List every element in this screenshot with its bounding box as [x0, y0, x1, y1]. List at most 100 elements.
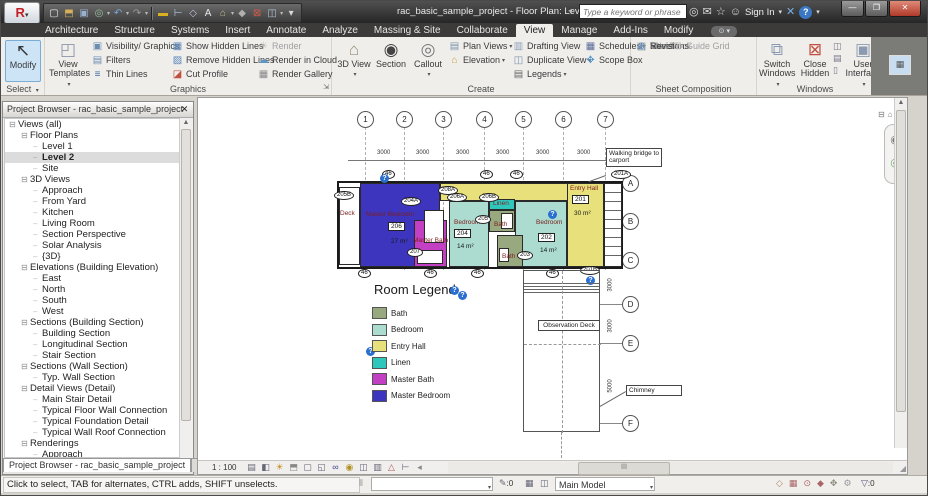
scale-button[interactable]: 1 : 100: [212, 463, 236, 472]
tab-insert[interactable]: Insert: [217, 24, 258, 37]
grid-bubble-1[interactable]: 1: [357, 111, 374, 128]
legend-item-bedroom[interactable]: Bedroom: [372, 323, 423, 336]
select-by-face-icon[interactable]: ◆: [817, 478, 824, 489]
tree-item-site[interactable]: – Site: [5, 163, 179, 174]
horizontal-scrollbar[interactable]: ⦀⦀: [448, 462, 893, 475]
vertical-scrollbar[interactable]: ▲: [894, 98, 907, 448]
tree-item-level-1[interactable]: – Level 1: [5, 141, 179, 152]
legends-button[interactable]: ▤ Legends ▾: [512, 67, 591, 81]
communication-center-icon[interactable]: ✉: [703, 2, 712, 22]
scrollbar-thumb[interactable]: ⦀⦀: [578, 462, 670, 475]
close-hidden-button[interactable]: ⊠ Close Hidden: [797, 40, 833, 79]
sign-in-person-icon[interactable]: ☺: [730, 2, 741, 22]
grid-bubble-E[interactable]: E: [622, 335, 639, 352]
tree-item-sections-building-section-[interactable]: ⊟ Sections (Building Section): [5, 317, 179, 328]
door-tag[interactable]: 207: [407, 248, 424, 257]
switch-windows-button[interactable]: ⧉ Switch Windows ▾: [759, 40, 796, 88]
door-tag[interactable]: 201A: [611, 170, 632, 179]
graphics-panel-label[interactable]: Graphics ⇲: [45, 83, 331, 95]
grid-bubble-6[interactable]: 6: [555, 111, 572, 128]
switch-windows-icon[interactable]: ◫: [265, 6, 279, 21]
active-workset-select[interactable]: ▾: [371, 477, 493, 491]
minimize-button[interactable]: —: [841, 1, 864, 17]
temporary-hide-isolate-icon[interactable]: ∞: [328, 462, 342, 473]
grid-line-F[interactable]: [600, 423, 622, 424]
tab-view[interactable]: View: [515, 24, 554, 37]
grid-bubble-B[interactable]: B: [622, 213, 639, 230]
tree-expander-icon[interactable]: ⊟: [21, 317, 30, 328]
background-process-icon[interactable]: ⚙: [843, 478, 851, 489]
door-tag[interactable]: 205: [475, 215, 492, 224]
measure-icon[interactable]: ▬: [156, 6, 170, 21]
tree-item-building-section[interactable]: – Building Section: [5, 328, 179, 339]
room-name-label[interactable]: Bath: [494, 221, 507, 228]
tree-item-typical-foundation-detail[interactable]: – Typical Foundation Detail: [5, 416, 179, 427]
filters-button[interactable]: ▤ Filters: [91, 53, 179, 67]
tree-expander-icon[interactable]: ⊟: [21, 361, 30, 372]
render-gallery-button[interactable]: ▦ Render Gallery: [257, 67, 337, 81]
grid-bubble-7[interactable]: 7: [597, 111, 614, 128]
help-icon[interactable]: ?: [799, 5, 813, 19]
room-area-label[interactable]: 27 m²: [391, 238, 408, 245]
tree-item-kitchen[interactable]: – Kitchen: [5, 207, 179, 218]
room-tag[interactable]: 202: [538, 233, 555, 242]
search-icon[interactable]: ◎: [689, 2, 699, 22]
help-marker-icon[interactable]: ?: [548, 210, 557, 219]
analytical-model-icon[interactable]: △: [384, 462, 398, 473]
render-in-cloud-button[interactable]: ☁ Render in Cloud: [257, 53, 338, 67]
scrollbar-thumb[interactable]: [181, 129, 191, 421]
tab-massing-site[interactable]: Massing & Site: [366, 24, 449, 37]
room-area-label[interactable]: 14 m²: [540, 247, 557, 254]
section-icon[interactable]: ◆: [235, 6, 249, 21]
search-input[interactable]: [579, 4, 687, 19]
tag-by-category-icon[interactable]: ◇: [186, 6, 200, 21]
grid-bubble-2[interactable]: 2: [396, 111, 413, 128]
tab-modify[interactable]: Modify: [656, 24, 701, 37]
door-tag[interactable]: 46: [358, 269, 371, 278]
tree-item--3d-[interactable]: – {3D}: [5, 251, 179, 262]
grid-bubble-4[interactable]: 4: [476, 111, 493, 128]
scroll-up-icon[interactable]: ▲: [180, 118, 192, 128]
duplicate-view-button[interactable]: ◫ Duplicate View ▾: [512, 53, 592, 67]
door-tag[interactable]: 205B: [334, 191, 355, 200]
icon-button-button[interactable]: ▫ ▾: [635, 39, 655, 53]
tree-item-floor-plans[interactable]: ⊟ Floor Plans: [5, 130, 179, 141]
panel-splitter-icon[interactable]: ⦀: [359, 478, 363, 489]
room-tag[interactable]: 206: [388, 222, 405, 231]
tree-item-level-2[interactable]: – Level 2: [5, 152, 179, 163]
thin-lines-button[interactable]: ≡ Thin Lines: [91, 67, 179, 81]
properties-window-icon[interactable]: ▦: [889, 55, 911, 75]
grid-bubble-F[interactable]: F: [622, 415, 639, 432]
tile-windows-icon[interactable]: ▤: [833, 53, 845, 65]
sheet-panel-label[interactable]: Sheet Composition: [631, 83, 756, 95]
replicate-window-icon[interactable]: ▯: [833, 65, 845, 77]
legend-item-master-bedroom[interactable]: Master Bedroom: [372, 389, 450, 402]
detail-level-icon[interactable]: ▤: [244, 462, 258, 473]
callout-button[interactable]: ◎ Callout ▾: [410, 40, 446, 79]
tree-item-approach[interactable]: – Approach: [5, 449, 179, 457]
project-browser-header[interactable]: Project Browser - rac_basic_sample_proje…: [3, 102, 193, 118]
close-hidden-windows-icon[interactable]: ⊠: [250, 6, 264, 21]
cascade-windows-icon[interactable]: ◫: [833, 41, 845, 53]
tab-collaborate[interactable]: Collaborate: [449, 24, 516, 37]
tree-item-section-perspective[interactable]: – Section Perspective: [5, 229, 179, 240]
dropdown-arrow-icon[interactable]: ▾: [145, 10, 148, 17]
tab-structure[interactable]: Structure: [106, 24, 163, 37]
favorites-icon[interactable]: ☆: [716, 2, 726, 22]
tree-expander-icon[interactable]: ⊟: [21, 174, 30, 185]
drag-on-selection-icon[interactable]: ✥: [830, 478, 838, 489]
grid-bubble-5[interactable]: 5: [515, 111, 532, 128]
select-underlay-icon[interactable]: ▦: [789, 478, 798, 489]
tree-item-typical-wall-roof-connection[interactable]: – Typical Wall Roof Connection: [5, 427, 179, 438]
tree-item-north[interactable]: – North: [5, 284, 179, 295]
customize-qat-icon[interactable]: ▾: [284, 6, 298, 21]
section-button[interactable]: ◉ Section: [373, 40, 409, 69]
tree-item-main-stair-detail[interactable]: – Main Stair Detail: [5, 394, 179, 405]
tree-item-stair-section[interactable]: – Stair Section: [5, 350, 179, 361]
grid-bubble-C[interactable]: C: [622, 252, 639, 269]
room-tag[interactable]: 201: [572, 195, 589, 204]
door-tag[interactable]: 46: [480, 170, 493, 179]
modify-button[interactable]: ↖ Modify: [5, 40, 41, 82]
scroll-up-icon[interactable]: ▲: [895, 98, 907, 108]
help-arrow-icon[interactable]: ▾: [816, 8, 820, 16]
